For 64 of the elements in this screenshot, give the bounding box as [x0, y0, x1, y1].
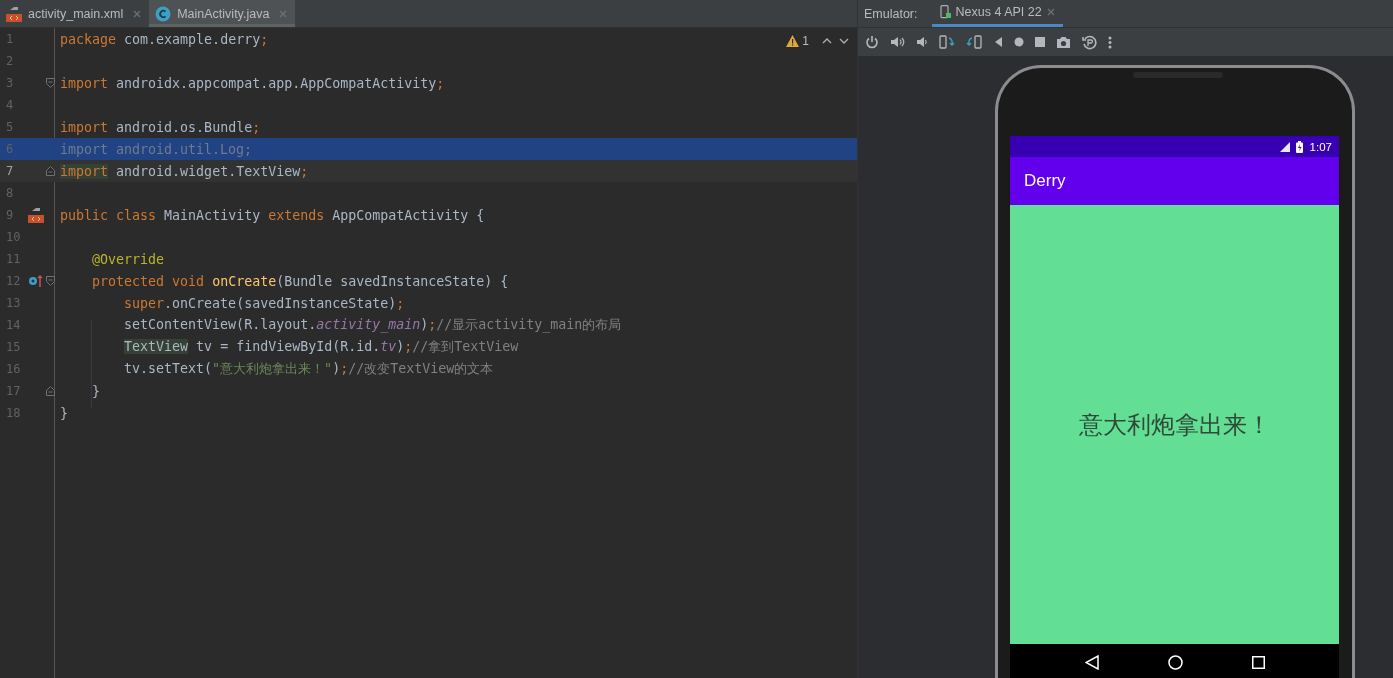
line-number: 10 — [5, 230, 22, 244]
code-line: package com.example.derry; — [60, 31, 269, 47]
line-number: 13 — [5, 296, 22, 310]
class-icon — [155, 5, 172, 22]
line-number: 16 — [5, 362, 22, 376]
code-line: } — [91, 383, 101, 399]
code-line: } — [60, 405, 68, 421]
warning-icon[interactable] — [786, 35, 800, 47]
line-number: 17 — [5, 384, 22, 398]
volume-up-icon[interactable] — [890, 35, 905, 49]
code-line: import android.os.Bundle; — [60, 119, 261, 135]
signal-icon — [1279, 141, 1291, 152]
line-number: 1 — [5, 32, 15, 46]
override-icon[interactable] — [28, 274, 44, 288]
code-line: super.onCreate(savedInstanceState); — [123, 295, 405, 311]
app-title: Derry — [1024, 171, 1066, 191]
layout-file-icon[interactable] — [28, 207, 44, 223]
file-tab[interactable]: activity_main.xml — [0, 0, 150, 27]
home-icon[interactable] — [1167, 654, 1183, 670]
code-line: import android.util.Log; — [60, 141, 253, 157]
code-line: setContentView(R.layout.activity_main);//显示activity_main的布局 — [123, 316, 622, 334]
warning-count: 1 — [802, 34, 809, 48]
message-text: 意大利炮拿出来！ — [1078, 409, 1271, 441]
code-line: TextView tv = findViewById(R.id.tv);//拿到TextView — [123, 338, 519, 356]
line-number: 6 — [5, 142, 15, 156]
code-line: import android.widget.TextView; — [60, 163, 309, 179]
more-icon[interactable] — [1108, 35, 1112, 49]
power-icon[interactable] — [865, 35, 879, 49]
line-number: 3 — [5, 76, 15, 90]
camera-icon[interactable] — [1056, 35, 1071, 49]
line-number: 15 — [5, 340, 22, 354]
line-number: 4 — [5, 98, 15, 112]
fold-icon[interactable] — [45, 386, 55, 396]
layout-file-icon — [6, 5, 22, 22]
code-line: import androidx.appcompat.app.AppCompatActivity; — [60, 75, 445, 91]
back-icon[interactable] — [1084, 654, 1099, 670]
code-line: protected void onCreate(Bundle savedInstanceState) { — [91, 273, 509, 289]
line-number: 8 — [5, 186, 15, 200]
chevron-down-icon[interactable] — [839, 38, 849, 44]
chevron-up-icon[interactable] — [822, 38, 832, 44]
phone-icon — [939, 5, 951, 19]
status-time: 1:07 — [1309, 140, 1332, 153]
line-number: 2 — [5, 54, 15, 68]
panel-title: Emulator: — [864, 6, 918, 21]
line-number: 14 — [5, 318, 22, 332]
overview-icon[interactable] — [1251, 655, 1265, 669]
line-number: 5 — [5, 120, 15, 134]
code-line: tv.setText("意大利炮拿出来！");//改变TextView的文本 — [123, 360, 494, 378]
file-tab[interactable]: MainActivity.java — [149, 0, 296, 27]
line-number: 9 — [5, 208, 15, 222]
code-line: @Override — [91, 251, 165, 267]
snapshot-icon[interactable] — [1082, 34, 1097, 50]
volume-down-icon[interactable] — [916, 35, 928, 49]
fold-icon[interactable] — [45, 78, 55, 88]
code-line: public class MainActivity extends AppCompatActivity { — [60, 207, 485, 223]
line-number: 12 — [5, 274, 22, 288]
rotate-left-icon[interactable] — [939, 35, 955, 49]
rotate-right-icon[interactable] — [966, 35, 982, 49]
line-number: 11 — [5, 252, 22, 266]
fold-icon[interactable] — [45, 276, 55, 286]
line-number: 18 — [5, 406, 22, 420]
battery-charging-icon — [1295, 140, 1303, 153]
fold-icon[interactable] — [45, 166, 55, 176]
line-number: 7 — [5, 164, 15, 178]
